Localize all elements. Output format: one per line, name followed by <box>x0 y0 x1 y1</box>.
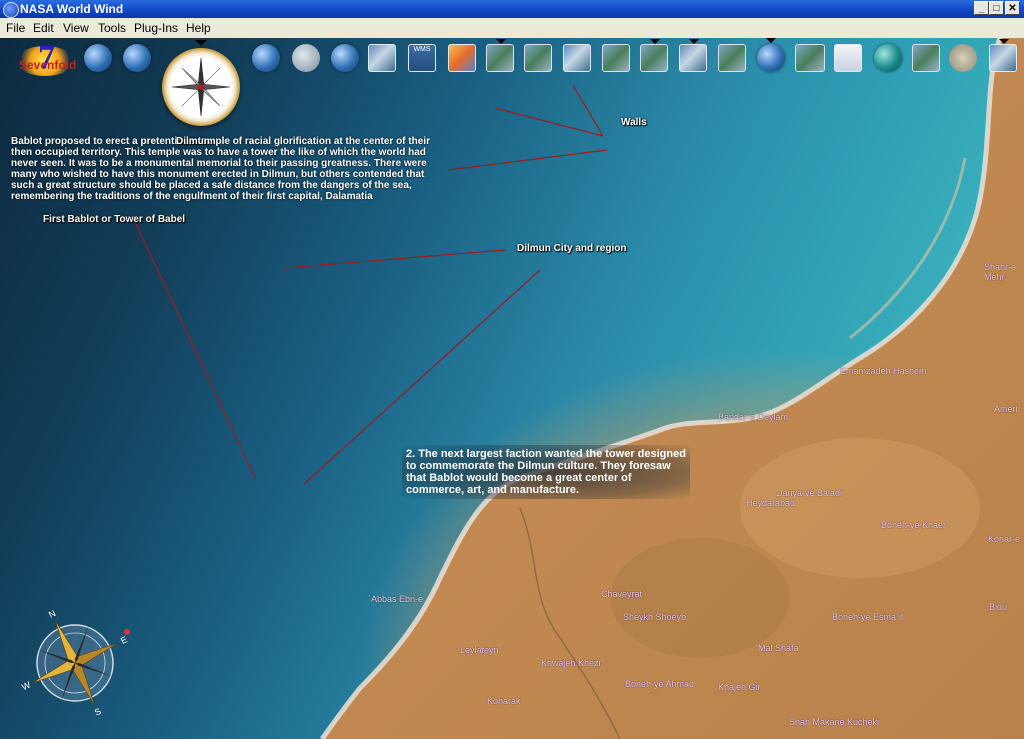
menu-file[interactable]: File <box>6 21 25 35</box>
place-label: `Abbas Ebn-e <box>368 594 424 604</box>
menu-tools[interactable]: Tools <box>98 21 126 35</box>
sevenfold-word: Sevenfold <box>19 58 77 72</box>
menu-view[interactable]: View <box>63 21 89 35</box>
compass-e-label: E <box>119 634 129 646</box>
place-label: Konar-e <box>988 534 1021 544</box>
compass-rose-icon[interactable]: N E S W <box>16 604 134 722</box>
layer-zoomit-icon[interactable] <box>718 44 746 72</box>
layer-toolbar: 7 Sevenfold WMS <box>0 38 1024 82</box>
menu-bar: File Edit View Tools Plug-Ins Help <box>0 18 1024 39</box>
landmarks-icon[interactable] <box>874 44 902 72</box>
place-label: Heydarabad <box>746 498 796 508</box>
dilmun-city-label: Dilmun City and region <box>517 243 627 254</box>
place-label: Dariya-ye Baladi <box>776 488 843 498</box>
compass-marker-icon <box>124 629 130 635</box>
place-names-globe-icon[interactable] <box>757 38 785 72</box>
grid-globe-icon[interactable] <box>84 44 112 72</box>
place-label: Shahr-e Mehr <box>984 262 1017 282</box>
active-indicator-icon <box>766 38 776 43</box>
menu-help[interactable]: Help <box>186 21 211 35</box>
layer-boundaries-icon[interactable] <box>795 44 825 72</box>
compass-n-label: N <box>47 608 57 620</box>
menu-edit[interactable]: Edit <box>33 21 54 35</box>
place-label: Ameri <box>994 404 1018 414</box>
place-label: Boneh-ye Khaer <box>881 520 947 530</box>
place-label: Khajeh Gir <box>718 682 761 692</box>
walls-leader-line-3 <box>447 149 608 171</box>
layer-landsat-icon[interactable] <box>486 39 514 72</box>
active-indicator-icon <box>496 39 506 44</box>
tower-leader-line <box>135 223 256 479</box>
flags-icon[interactable] <box>834 44 862 72</box>
place-label: Chaveyrat <box>601 589 643 599</box>
wms-label: WMS <box>413 46 431 53</box>
active-indicator-icon <box>999 39 1009 44</box>
magnifier-icon[interactable] <box>292 44 320 72</box>
place-label: Shah Makane Kucheki <box>789 717 880 727</box>
compass-w-label: W <box>20 679 32 692</box>
globe-viewport[interactable]: 7 Sevenfold WMS Bablot proposed to erect… <box>0 38 1024 739</box>
dilmun-overlap-label: Dilmun <box>176 136 210 147</box>
place-label: Boneh-ye Esma`il <box>832 612 904 622</box>
dilmun-city-leader-line <box>284 249 506 269</box>
walls-leader-line-2 <box>572 84 604 137</box>
minimize-button[interactable]: _ <box>974 1 989 15</box>
faction-note: 2. The next largest faction wanted the t… <box>402 445 690 499</box>
compass-s-label: S <box>93 706 103 718</box>
bablot-paragraph: Bablot proposed to erect a pretentious t… <box>11 136 430 202</box>
earth-globe-icon[interactable] <box>123 44 151 72</box>
title-bar: NASA World Wind _ □ ✕ <box>0 0 1024 18</box>
sevenfold-logo[interactable]: 7 Sevenfold <box>8 40 78 80</box>
layer-map-icon[interactable] <box>912 44 940 72</box>
active-indicator-icon <box>689 39 699 44</box>
tower-of-babel-label: First Bablot or Tower of Babel <box>43 214 186 225</box>
maximize-button[interactable]: □ <box>989 1 1004 15</box>
moon-globe-icon[interactable] <box>331 44 359 72</box>
active-indicator-icon <box>195 40 207 46</box>
place-label: Leylateyn <box>460 645 499 655</box>
layer-blue-marble-icon[interactable] <box>368 44 396 72</box>
place-label: Mal Shafa <box>758 643 799 653</box>
walls-leader-line <box>494 107 604 137</box>
layer-last-icon[interactable] <box>989 39 1017 72</box>
layer-usgs-icon[interactable] <box>563 44 591 72</box>
place-label: Sheykh Shoeyb <box>623 612 687 622</box>
satellite-icon[interactable] <box>949 44 977 72</box>
active-indicator-icon <box>650 39 660 44</box>
nasa-logo-icon <box>3 2 19 18</box>
place-label: Bandar-e Deylam <box>718 412 789 422</box>
close-button[interactable]: ✕ <box>1005 1 1020 15</box>
layer-topo-icon[interactable] <box>602 44 630 72</box>
wms-browser-icon[interactable]: WMS <box>408 44 436 72</box>
place-label: Bidu <box>989 602 1008 612</box>
place-label: Emamzadeh Hashem <box>840 366 927 376</box>
compass-needle-icon <box>171 57 231 117</box>
layer-ortho-icon[interactable] <box>679 39 707 72</box>
layer-geocover-icon[interactable] <box>524 44 552 72</box>
window-title: NASA World Wind <box>20 2 124 16</box>
walls-label: Walls <box>621 117 647 128</box>
place-label: Khwajeh Khezr <box>541 658 602 668</box>
place-label: Konarak <box>487 696 521 706</box>
compass-widget[interactable] <box>162 40 240 126</box>
menu-plugins[interactable]: Plug-Ins <box>134 21 178 35</box>
place-label: Boneh-ye Ahmad <box>625 679 695 689</box>
layer-urban-icon[interactable] <box>640 39 668 72</box>
layer-scientific-icon[interactable] <box>448 44 476 72</box>
world-layer-icon[interactable] <box>252 44 280 72</box>
